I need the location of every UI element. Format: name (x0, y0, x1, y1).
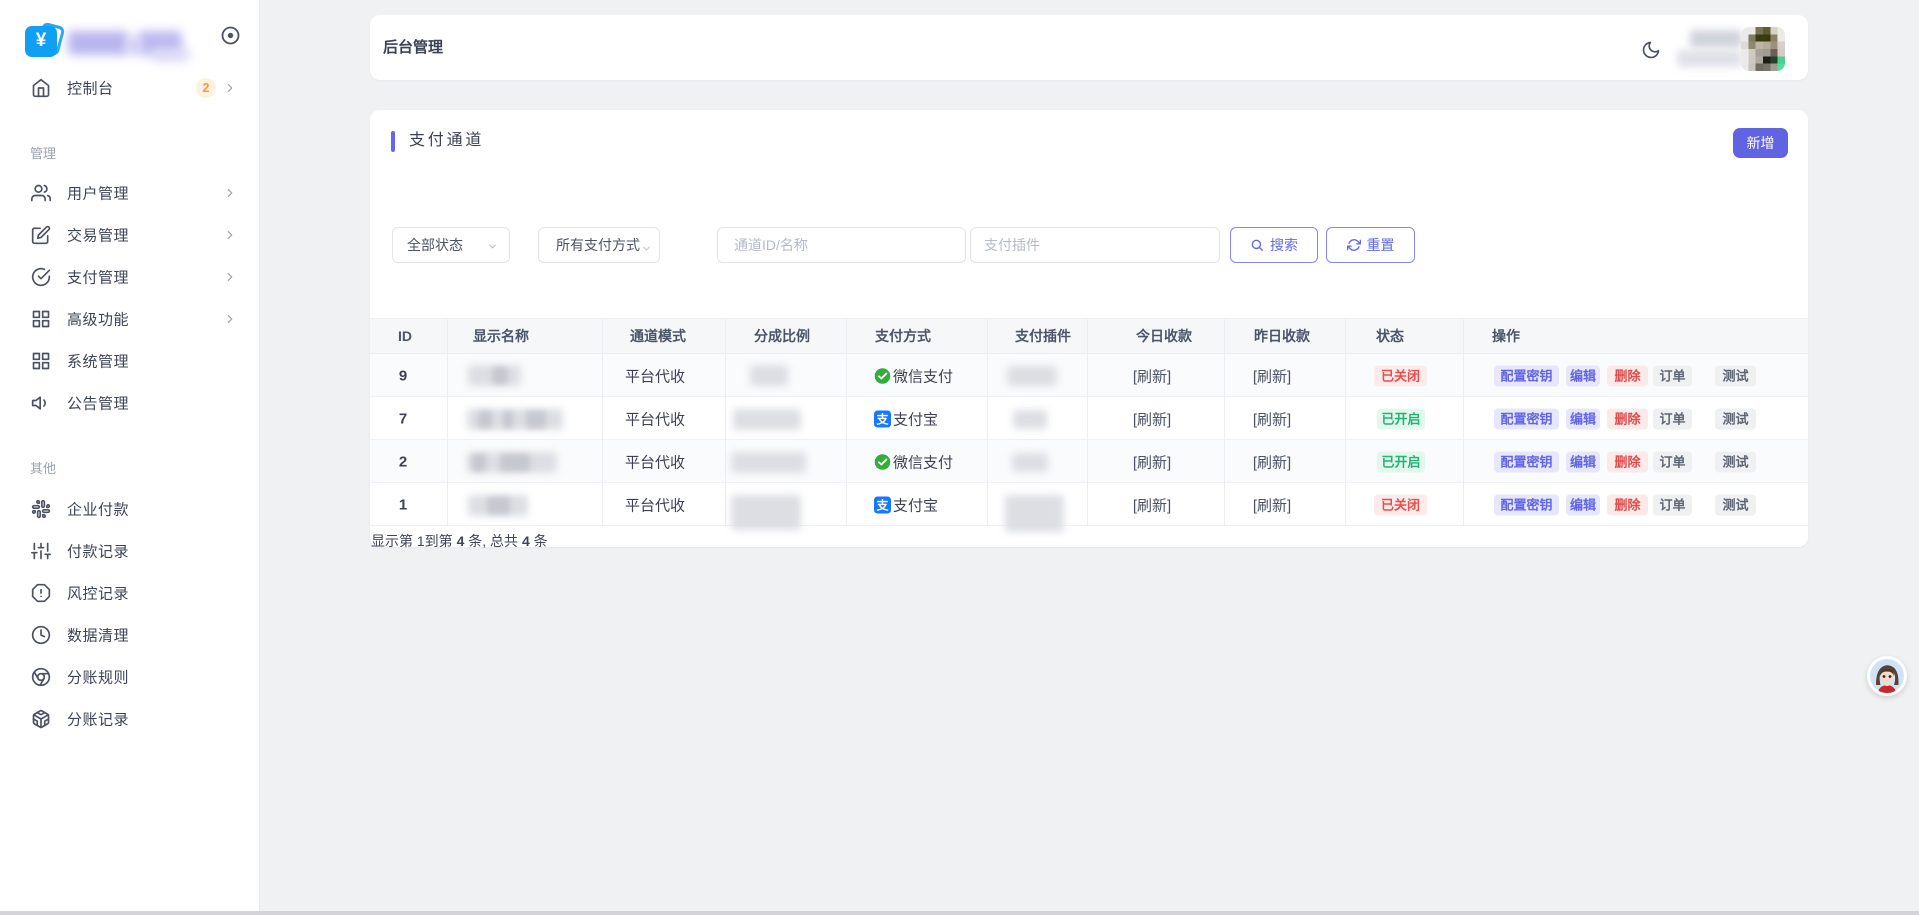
svg-text:支: 支 (875, 412, 889, 427)
svg-text:支: 支 (875, 498, 889, 513)
